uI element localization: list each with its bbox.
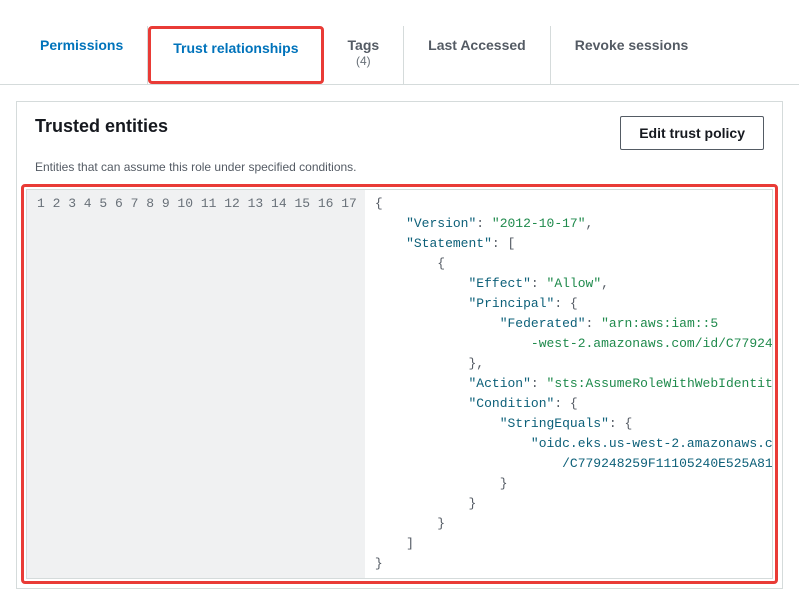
tabs-bar: Permissions Trust relationships Tags (4)… [0, 0, 799, 85]
code-gutter: 1 2 3 4 5 6 7 8 9 10 11 12 13 14 15 16 1… [27, 190, 365, 578]
code-highlight: 1 2 3 4 5 6 7 8 9 10 11 12 13 14 15 16 1… [21, 184, 778, 584]
tab-tags[interactable]: Tags (4) [324, 26, 405, 84]
tab-revoke-sessions[interactable]: Revoke sessions [551, 26, 713, 84]
tab-tags-count: (4) [348, 54, 380, 70]
code-content: { "Version": "2012-10-17", "Statement": … [365, 190, 772, 578]
panel-header: Trusted entities Edit trust policy [17, 102, 782, 160]
tab-trust-relationships[interactable]: Trust relationships [148, 26, 323, 84]
tab-permissions[interactable]: Permissions [16, 26, 148, 84]
tab-tags-label: Tags [348, 37, 380, 53]
trusted-entities-panel: Trusted entities Edit trust policy Entit… [16, 101, 783, 589]
edit-trust-policy-button[interactable]: Edit trust policy [620, 116, 764, 150]
tab-last-accessed[interactable]: Last Accessed [404, 26, 551, 84]
panel-subtitle: Entities that can assume this role under… [17, 160, 782, 184]
trust-policy-code: 1 2 3 4 5 6 7 8 9 10 11 12 13 14 15 16 1… [26, 189, 773, 579]
panel-title: Trusted entities [35, 116, 168, 137]
